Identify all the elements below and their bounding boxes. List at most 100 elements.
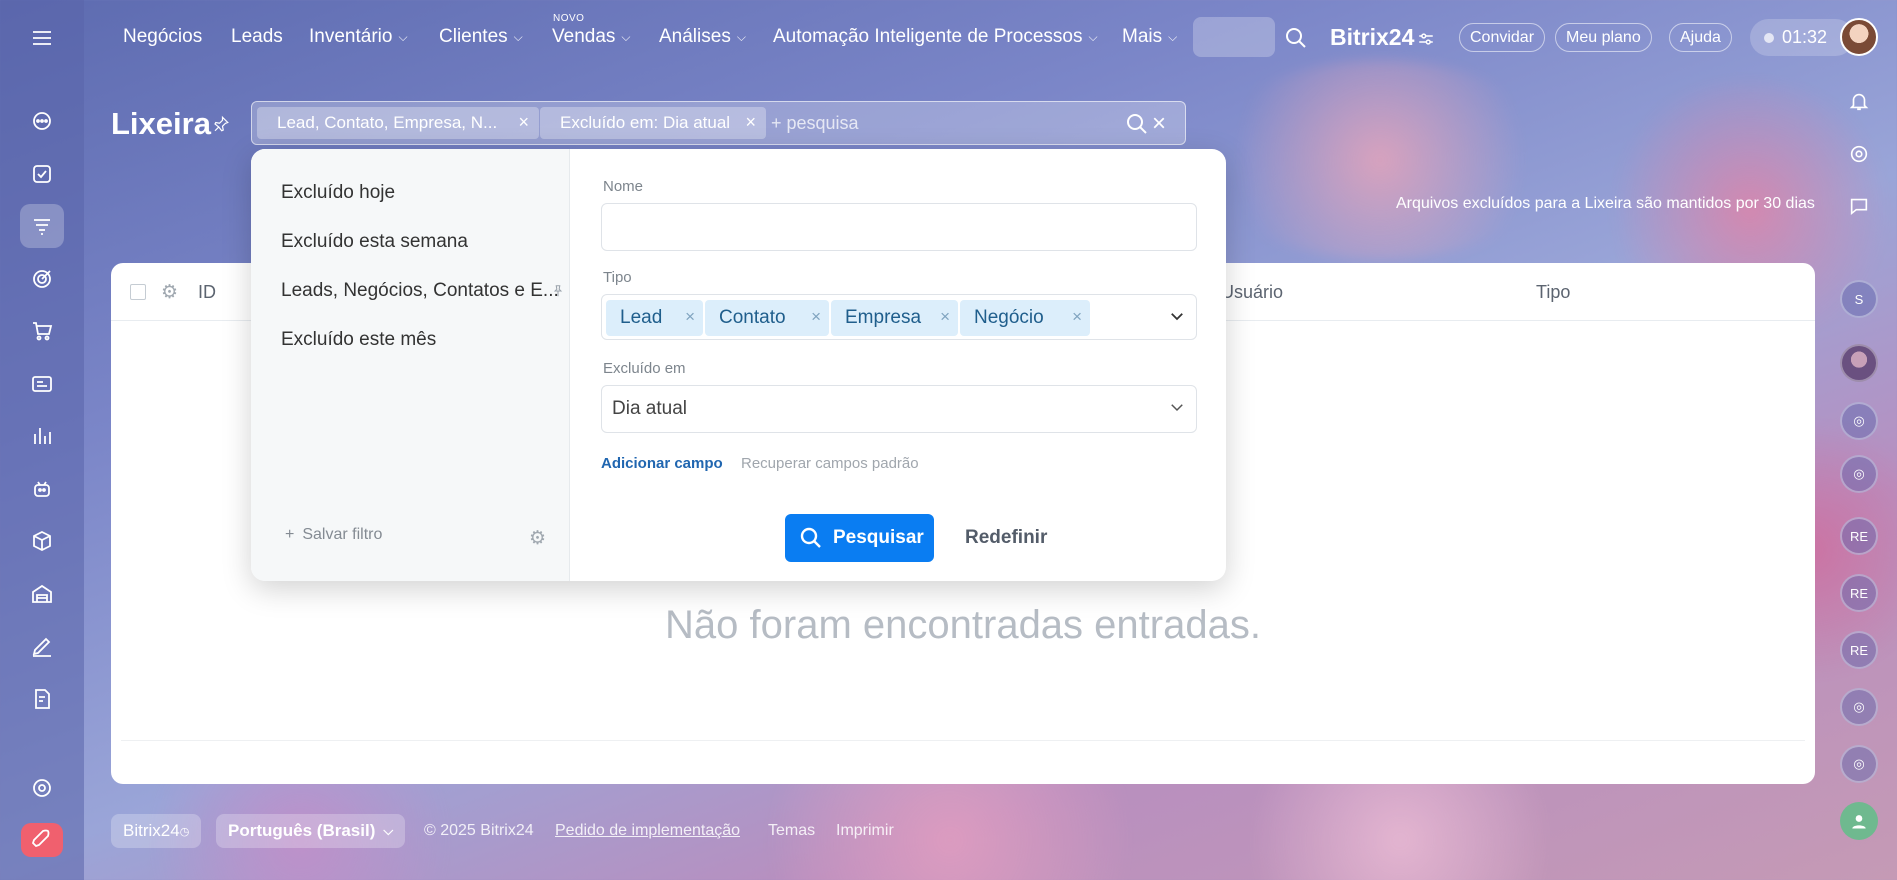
nav-label: Automação Inteligente de Processos <box>773 26 1083 47</box>
openline-icon[interactable]: ◎ <box>1840 455 1878 493</box>
chevron-down-icon: ⌵ <box>1168 29 1178 44</box>
nav-label: Análises <box>659 26 731 47</box>
help-button[interactable]: Ajuda <box>1669 23 1732 52</box>
deleted-date-value: Dia atual <box>612 398 687 419</box>
chevron-down-icon: ⌵ <box>383 823 394 838</box>
preset-item[interactable]: Excluído hoje <box>281 182 395 204</box>
search-button[interactable]: Pesquisar <box>785 514 934 562</box>
contact-avatar[interactable]: RE <box>1840 517 1878 555</box>
pin-icon[interactable] <box>551 284 565 298</box>
menu-icon[interactable] <box>20 16 64 60</box>
search-input[interactable]: + pesquisa <box>771 113 859 134</box>
footer-link-implementation[interactable]: Pedido de implementação <box>555 822 740 840</box>
footer-brand[interactable]: Bitrix24 ◷ <box>111 814 202 848</box>
type-tag: Negócio × <box>960 300 1090 336</box>
close-icon[interactable]: × <box>811 307 821 327</box>
language-selector[interactable]: Português (Brasil) ⌵ <box>216 814 406 848</box>
settings-icon[interactable] <box>20 766 64 810</box>
crm-filter-icon[interactable] <box>20 204 64 248</box>
preset-item[interactable]: Excluído este mês <box>281 329 436 351</box>
warehouse-icon[interactable] <box>20 572 64 616</box>
user-avatar[interactable] <box>1840 18 1878 56</box>
search-icon[interactable] <box>1125 112 1149 136</box>
document-edit-icon[interactable] <box>20 677 64 721</box>
bell-icon[interactable] <box>1840 82 1878 120</box>
add-field-link[interactable]: Adicionar campo <box>601 455 723 472</box>
deleted-date-select[interactable]: Dia atual <box>601 385 1197 433</box>
nav-item-negocios[interactable]: Negócios <box>123 26 202 48</box>
column-user[interactable]: Usuário <box>1221 282 1283 303</box>
nav-item-inventario[interactable]: Inventário ⌵ <box>309 26 408 48</box>
filter-chip-label: Lead, Contato, Empresa, N... <box>277 113 498 132</box>
tasks-icon[interactable] <box>20 152 64 196</box>
nav-item-leads[interactable]: Leads <box>231 26 283 48</box>
invite-button[interactable]: Convidar <box>1459 23 1546 52</box>
chat-icon[interactable] <box>20 99 64 143</box>
contact-avatar[interactable]: S <box>1840 280 1878 318</box>
chevron-down-icon: ⌵ <box>621 29 631 44</box>
left-sidebar <box>0 0 84 880</box>
clock-status-icon <box>1764 32 1774 43</box>
contact-card-icon[interactable] <box>20 362 64 406</box>
close-icon[interactable]: × <box>940 307 950 327</box>
sliders-icon[interactable] <box>1417 30 1435 48</box>
preset-item[interactable]: Leads, Negócios, Contatos e E... <box>281 280 559 302</box>
worktime-clock[interactable]: 01:32 <box>1750 19 1854 56</box>
openline-icon[interactable]: ◎ <box>1840 688 1878 726</box>
nav-item-analises[interactable]: Análises ⌵ <box>659 26 746 48</box>
name-input[interactable] <box>601 203 1197 251</box>
group-icon[interactable] <box>1840 802 1878 840</box>
type-multiselect[interactable]: Lead × Contato × Empresa × Negócio × <box>601 294 1197 340</box>
cart-icon[interactable] <box>20 309 64 353</box>
close-icon[interactable]: × <box>1072 307 1082 327</box>
top-navigation: Negócios Leads Inventário ⌵ Clientes ⌵ NOV… <box>84 0 1897 74</box>
analytics-icon[interactable] <box>20 414 64 458</box>
rocket-icon[interactable] <box>21 823 63 857</box>
target-icon[interactable] <box>20 257 64 301</box>
chevron-down-icon: ⌵ <box>1088 29 1098 44</box>
filter-chip-date[interactable]: Excluído em: Dia atual × <box>540 107 766 139</box>
plus-icon: + <box>285 526 295 543</box>
restore-fields-link[interactable]: Recuperar campos padrão <box>741 455 919 472</box>
nav-item-automacao[interactable]: Automação Inteligente de Processos ⌵ <box>773 26 1098 48</box>
pin-icon[interactable] <box>212 115 230 133</box>
nav-more-highlight <box>1193 17 1275 57</box>
column-type[interactable]: Tipo <box>1536 282 1570 303</box>
clock-icon: ◷ <box>179 825 190 838</box>
footer-link-print[interactable]: Imprimir <box>836 822 894 840</box>
nav-item-clientes[interactable]: Clientes ⌵ <box>439 26 523 48</box>
footer-link-themes[interactable]: Temas <box>768 822 815 840</box>
filter-search-bar[interactable]: Lead, Contato, Empresa, N... × Excluído … <box>251 101 1186 145</box>
close-icon[interactable]: × <box>518 112 529 133</box>
contact-avatar[interactable] <box>1840 344 1878 382</box>
nav-label: Clientes <box>439 26 508 47</box>
box-icon[interactable] <box>20 519 64 563</box>
contact-avatar[interactable]: RE <box>1840 631 1878 669</box>
nav-item-vendas[interactable]: Vendas ⌵ <box>552 26 631 48</box>
chevron-down-icon[interactable] <box>1168 307 1186 325</box>
openline-icon[interactable]: ◎ <box>1840 745 1878 783</box>
copilot-icon[interactable] <box>1840 135 1878 173</box>
nav-item-mais[interactable]: Mais ⌵ <box>1122 26 1177 48</box>
clear-icon[interactable]: × <box>1152 110 1166 138</box>
gear-icon[interactable]: ⚙ <box>529 527 546 550</box>
close-icon[interactable]: × <box>685 307 695 327</box>
column-id[interactable]: ID <box>198 282 216 303</box>
messenger-icon[interactable] <box>1840 187 1878 225</box>
preset-item[interactable]: Excluído esta semana <box>281 231 468 253</box>
filter-chip-type[interactable]: Lead, Contato, Empresa, N... × <box>257 107 539 139</box>
save-filter-button[interactable]: + Salvar filtro <box>285 526 382 544</box>
close-icon[interactable]: × <box>745 112 756 133</box>
brand-logo[interactable]: Bitrix24 <box>1330 24 1414 51</box>
pen-icon[interactable] <box>20 624 64 668</box>
gear-icon[interactable]: ⚙ <box>161 281 178 304</box>
reset-button[interactable]: Redefinir <box>965 527 1047 549</box>
select-all-checkbox[interactable] <box>130 284 146 300</box>
search-icon[interactable] <box>1284 26 1308 50</box>
openline-icon[interactable]: ◎ <box>1840 402 1878 440</box>
my-plan-button[interactable]: Meu plano <box>1555 23 1652 52</box>
avatar-initials: RE <box>1849 528 1869 544</box>
name-field-label: Nome <box>603 178 644 195</box>
robot-icon[interactable] <box>20 467 64 511</box>
contact-avatar[interactable]: RE <box>1840 574 1878 612</box>
